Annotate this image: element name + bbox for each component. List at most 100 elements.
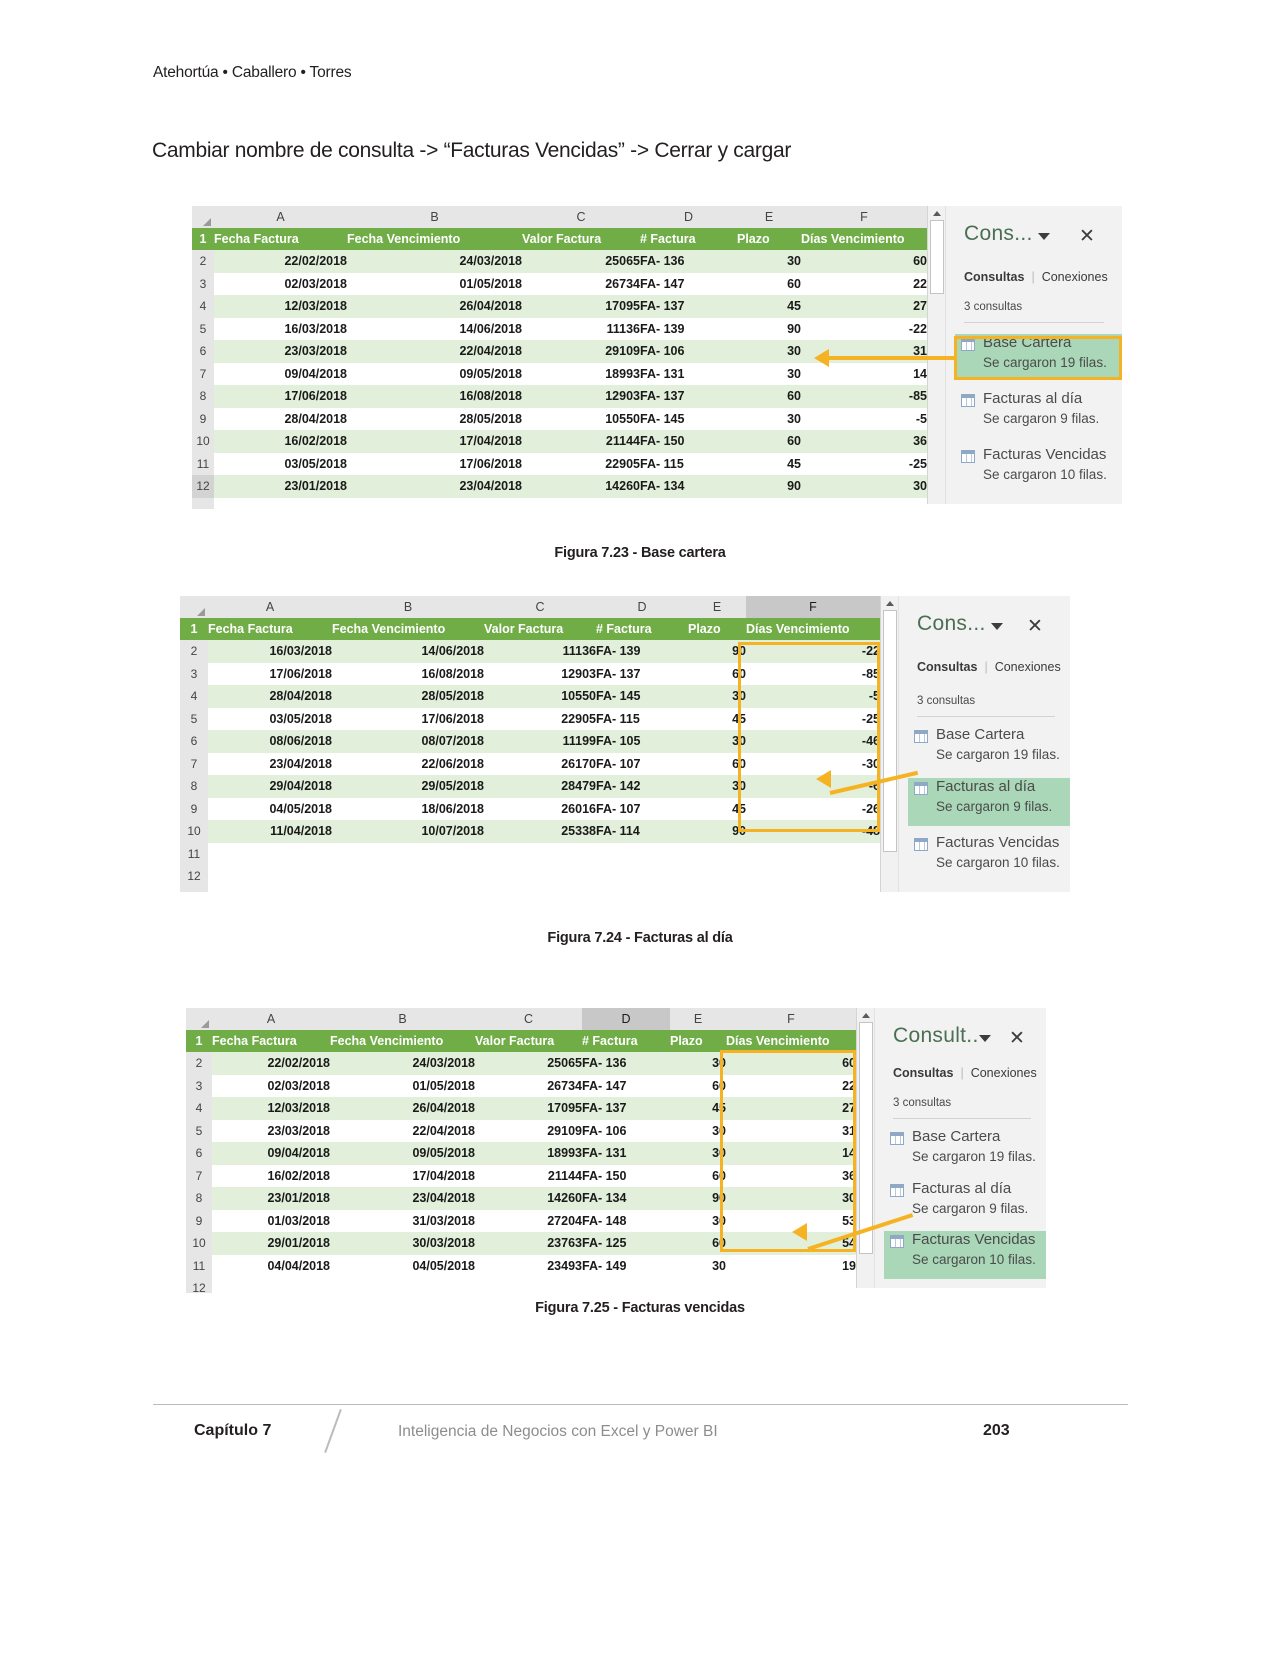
query-item-base-cartera[interactable]: Base Cartera Se cargaron 19 filas. <box>884 1128 1046 1174</box>
row-number[interactable]: 1 <box>180 618 208 640</box>
row-number[interactable] <box>180 887 208 892</box>
table-row-partial[interactable] <box>180 887 880 892</box>
scroll-up-arrow-icon[interactable] <box>882 596 898 609</box>
col-letter-f[interactable]: F <box>726 1008 856 1030</box>
col-letter-d[interactable]: D <box>640 206 737 228</box>
row-number[interactable]: 7 <box>180 752 208 775</box>
col-letter-c[interactable]: C <box>522 206 640 228</box>
query-item-facturas-al-dia[interactable]: Facturas al día Se cargaron 9 filas. <box>884 1180 1046 1226</box>
table-row[interactable]: 7 23/04/2018 22/06/2018 26170 FA- 107 60 -30 <box>180 752 880 775</box>
query-item-base-cartera[interactable]: Base Cartera Se cargaron 19 filas. <box>955 334 1122 380</box>
table-row[interactable]: 10 11/04/2018 10/07/2018 25338 FA- 114 90 -48 <box>180 820 880 843</box>
row-number[interactable]: 3 <box>186 1074 212 1097</box>
table-row[interactable]: 10 16/02/2018 17/04/2018 21144 FA- 150 60 36 <box>192 430 927 453</box>
select-all-corner[interactable] <box>180 596 208 618</box>
col-letter-b[interactable]: B <box>347 206 522 228</box>
row-number[interactable]: 6 <box>180 730 208 753</box>
data-table-724[interactable]: A B C D E F 1 Fecha Factura Fecha Vencim… <box>180 596 880 892</box>
col-letter-a[interactable]: A <box>214 206 347 228</box>
table-row[interactable]: 6 09/04/2018 09/05/2018 18993 FA- 131 30 14 <box>186 1142 856 1165</box>
row-number[interactable]: 8 <box>186 1187 212 1210</box>
table-row[interactable]: 5 16/03/2018 14/06/2018 11136 FA- 139 90 -22 <box>192 317 927 340</box>
query-item-base-cartera[interactable]: Base Cartera Se cargaron 19 filas. <box>908 726 1070 772</box>
table-row-empty[interactable]: 12 <box>186 1277 856 1293</box>
row-number[interactable]: 3 <box>192 272 214 295</box>
select-all-corner[interactable] <box>186 1008 212 1030</box>
table-row[interactable]: 4 12/03/2018 26/04/2018 17095 FA- 137 45 27 <box>186 1097 856 1120</box>
col-letter-a[interactable]: A <box>208 596 332 618</box>
table-row[interactable]: 8 29/04/2018 29/05/2018 28479 FA- 142 30 -6 <box>180 775 880 798</box>
table-row[interactable]: 8 17/06/2018 16/08/2018 12903 FA- 137 60 -85 <box>192 385 927 408</box>
queries-pane-tabs[interactable]: Consultas | Conexiones <box>917 660 1061 674</box>
row-number[interactable]: 12 <box>180 865 208 887</box>
sheet-vertical-scrollbar-723[interactable] <box>927 206 947 504</box>
data-table-725[interactable]: A B C D E F 1 Fecha Factura Fecha Vencim… <box>186 1008 856 1293</box>
table-row[interactable]: 12 23/01/2018 23/04/2018 14260 FA- 134 90 30 <box>192 475 927 498</box>
queries-pane-tabs[interactable]: Consultas | Conexiones <box>893 1066 1037 1080</box>
table-row[interactable]: 3 02/03/2018 01/05/2018 26734 FA- 147 60 22 <box>186 1074 856 1097</box>
table-row[interactable]: 5 03/05/2018 17/06/2018 22905 FA- 115 45 -25 <box>180 707 880 730</box>
row-number[interactable] <box>192 497 214 509</box>
close-icon[interactable]: ✕ <box>1027 617 1043 636</box>
row-number[interactable]: 6 <box>186 1142 212 1165</box>
row-number[interactable]: 9 <box>180 797 208 820</box>
row-number[interactable]: 2 <box>180 640 208 663</box>
table-row-partial[interactable] <box>192 497 927 509</box>
table-row[interactable]: 9 28/04/2018 28/05/2018 10550 FA- 145 30 -5 <box>192 407 927 430</box>
col-letter-a[interactable]: A <box>212 1008 330 1030</box>
sheet-vertical-scrollbar-725[interactable] <box>856 1008 876 1288</box>
table-row[interactable]: 8 23/01/2018 23/04/2018 14260 FA- 134 90 30 <box>186 1187 856 1210</box>
row-number[interactable]: 4 <box>186 1097 212 1120</box>
sheet-vertical-scrollbar-724[interactable] <box>880 596 900 892</box>
row-number[interactable]: 12 <box>192 475 214 498</box>
chevron-down-icon[interactable] <box>991 623 1003 630</box>
row-number[interactable]: 9 <box>192 407 214 430</box>
table-row[interactable]: 9 01/03/2018 31/03/2018 27204 FA- 148 30 53 <box>186 1209 856 1232</box>
row-number[interactable]: 10 <box>192 430 214 453</box>
row-number[interactable]: 4 <box>180 685 208 708</box>
table-row[interactable]: 11 04/04/2018 04/05/2018 23493 FA- 149 30 19 <box>186 1254 856 1277</box>
table-row[interactable]: 3 17/06/2018 16/08/2018 12903 FA- 137 60 -85 <box>180 662 880 685</box>
col-letter-e[interactable]: E <box>737 206 801 228</box>
row-number[interactable]: 11 <box>186 1254 212 1277</box>
query-item-facturas-al-dia[interactable]: Facturas al día Se cargaron 9 filas. <box>955 390 1122 436</box>
chevron-down-icon[interactable] <box>1038 233 1050 240</box>
col-letter-c[interactable]: C <box>475 1008 582 1030</box>
table-row[interactable]: 4 12/03/2018 26/04/2018 17095 FA- 137 45 27 <box>192 295 927 318</box>
row-number[interactable]: 7 <box>186 1164 212 1187</box>
row-number[interactable]: 5 <box>186 1119 212 1142</box>
tab-consultas[interactable]: Consultas <box>917 660 977 674</box>
row-number[interactable]: 5 <box>192 317 214 340</box>
row-number[interactable]: 9 <box>186 1209 212 1232</box>
tab-conexiones[interactable]: Conexiones <box>995 660 1061 674</box>
tab-consultas[interactable]: Consultas <box>964 270 1024 284</box>
scrollbar-thumb[interactable] <box>883 610 897 852</box>
query-item-facturas-al-dia[interactable]: Facturas al día Se cargaron 9 filas. <box>908 778 1070 826</box>
tab-consultas[interactable]: Consultas <box>893 1066 953 1080</box>
row-number[interactable]: 11 <box>180 842 208 865</box>
table-row[interactable]: 4 28/04/2018 28/05/2018 10550 FA- 145 30 -5 <box>180 685 880 708</box>
select-all-corner[interactable] <box>192 206 214 228</box>
table-row-empty[interactable]: 12 <box>180 865 880 887</box>
table-row[interactable]: 3 02/03/2018 01/05/2018 26734 FA- 147 60 22 <box>192 272 927 295</box>
table-row[interactable]: 2 22/02/2018 24/03/2018 25065 FA- 136 30 60 <box>192 250 927 273</box>
row-number[interactable]: 2 <box>186 1052 212 1075</box>
queries-pane-tabs[interactable]: Consultas | Conexiones <box>964 270 1108 284</box>
tab-conexiones[interactable]: Conexiones <box>971 1066 1037 1080</box>
scrollbar-thumb[interactable] <box>859 1022 873 1254</box>
row-number[interactable]: 10 <box>180 820 208 843</box>
row-number[interactable]: 10 <box>186 1232 212 1255</box>
table-row[interactable]: 5 23/03/2018 22/04/2018 29109 FA- 106 30 31 <box>186 1119 856 1142</box>
col-letter-b[interactable]: B <box>332 596 484 618</box>
close-icon[interactable]: ✕ <box>1079 227 1095 246</box>
col-letter-b[interactable]: B <box>330 1008 475 1030</box>
col-letter-e[interactable]: E <box>688 596 746 618</box>
table-row[interactable]: 6 08/06/2018 08/07/2018 11199 FA- 105 30 -46 <box>180 730 880 753</box>
col-letter-c[interactable]: C <box>484 596 596 618</box>
col-letter-e[interactable]: E <box>670 1008 726 1030</box>
col-letter-f[interactable]: F <box>801 206 927 228</box>
scroll-up-arrow-icon[interactable] <box>858 1008 874 1021</box>
query-item-facturas-vencidas[interactable]: Facturas Vencidas Se cargaron 10 filas. <box>884 1231 1046 1279</box>
row-number[interactable]: 4 <box>192 295 214 318</box>
row-number[interactable]: 11 <box>192 452 214 475</box>
